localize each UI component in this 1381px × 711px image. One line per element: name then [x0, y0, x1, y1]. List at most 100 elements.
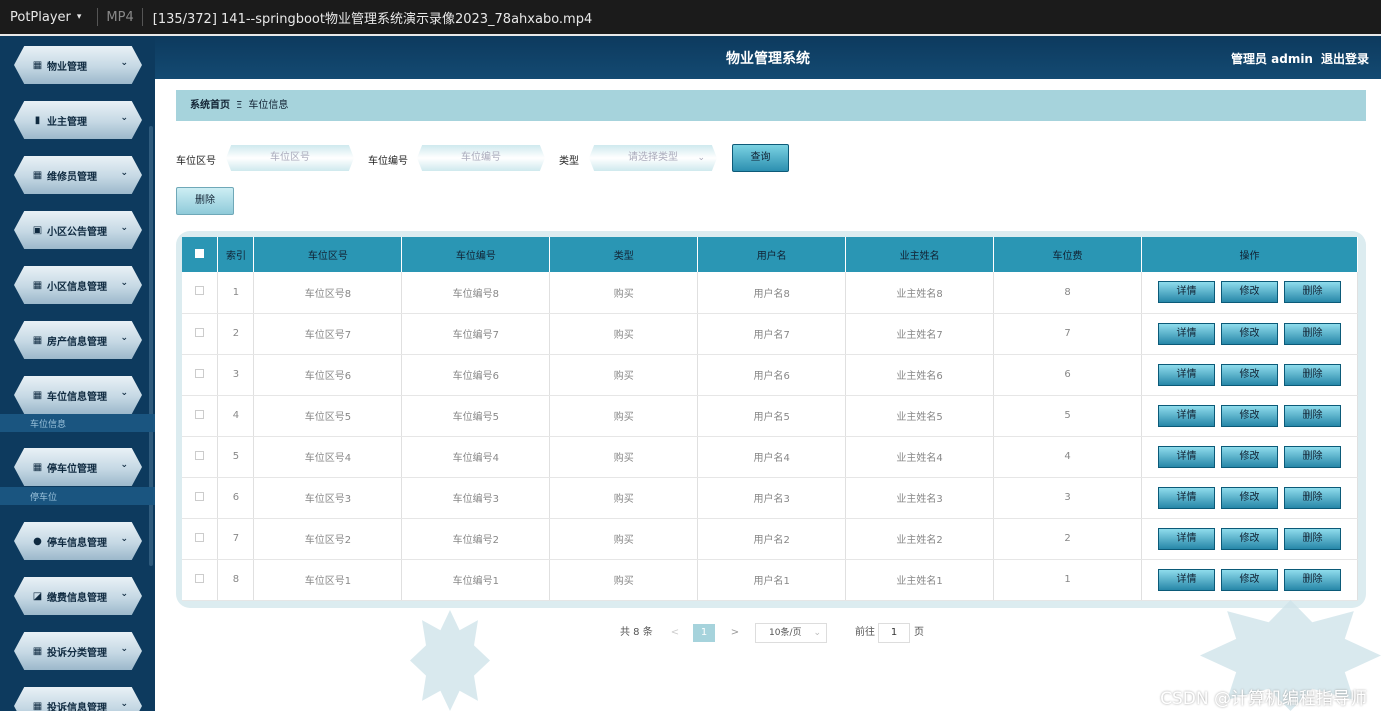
row-select-cell[interactable]	[182, 559, 219, 601]
submenu-item-parking-info[interactable]: 车位信息	[0, 414, 155, 432]
app-menu[interactable]: PotPlayer ▾	[0, 10, 89, 25]
sidebar-item[interactable]: ▦ 停车位管理 ⌄	[14, 448, 142, 486]
detail-button[interactable]: 详情	[1158, 281, 1215, 304]
table-row: 1 车位区号8 车位编号8 购买 用户名8 业主姓名8 8 详情 修改 删除	[182, 272, 1358, 314]
delete-button[interactable]: 删除	[1284, 322, 1341, 345]
delete-button[interactable]: 删除	[1284, 527, 1341, 550]
edit-button[interactable]: 修改	[1221, 527, 1278, 550]
table-cell: 车位区号5	[253, 395, 403, 437]
sidebar-item[interactable]: ▮ 业主管理 ⌄	[14, 101, 142, 139]
row-checkbox[interactable]	[195, 327, 205, 337]
chevron-down-icon: ⌄	[813, 628, 821, 638]
edit-button[interactable]: 修改	[1221, 568, 1278, 591]
row-checkbox[interactable]	[195, 450, 205, 460]
chevron-down-icon: ⌄	[697, 153, 705, 163]
num-input[interactable]: 车位编号	[417, 145, 545, 171]
row-checkbox[interactable]	[195, 573, 205, 583]
detail-button[interactable]: 详情	[1158, 404, 1215, 427]
breadcrumb-current: 车位信息	[248, 100, 289, 111]
row-actions: 详情 修改 删除	[1141, 477, 1358, 519]
detail-button[interactable]: 详情	[1158, 363, 1215, 386]
logout-link[interactable]: 退出登录	[1321, 52, 1369, 66]
detail-button[interactable]: 详情	[1158, 486, 1215, 509]
row-checkbox[interactable]	[195, 286, 205, 296]
table-cell: 购买	[549, 395, 699, 437]
row-checkbox[interactable]	[195, 409, 205, 419]
row-actions: 详情 修改 删除	[1141, 354, 1358, 396]
row-checkbox[interactable]	[195, 368, 205, 378]
row-select-cell[interactable]	[182, 354, 219, 396]
table-cell: 购买	[549, 272, 699, 314]
row-select-cell[interactable]	[182, 518, 219, 560]
table-cell: 车位编号1	[401, 559, 551, 601]
edit-button[interactable]: 修改	[1221, 281, 1278, 304]
detail-button[interactable]: 详情	[1158, 322, 1215, 345]
row-checkbox[interactable]	[195, 532, 205, 542]
edit-button[interactable]: 修改	[1221, 404, 1278, 427]
row-select-cell[interactable]	[182, 436, 219, 478]
table-cell: 1	[217, 272, 255, 314]
delete-button[interactable]: 删除	[1284, 568, 1341, 591]
goto-input[interactable]: 1	[878, 623, 910, 643]
chevron-down-icon: ⌄	[120, 223, 128, 233]
delete-button[interactable]: 删除	[1284, 404, 1341, 427]
row-select-cell[interactable]	[182, 395, 219, 437]
table-cell: 业主姓名5	[845, 395, 995, 437]
sidebar-item-label: 停车位管理	[47, 463, 97, 475]
delete-button[interactable]: 删除	[1284, 445, 1341, 468]
edit-button[interactable]: 修改	[1221, 486, 1278, 509]
sidebar-item[interactable]: ● 停车信息管理 ⌄	[14, 522, 142, 560]
pager-total: 共 8 条	[620, 627, 653, 638]
edit-button[interactable]: 修改	[1221, 322, 1278, 345]
table-row: 2 车位区号7 车位编号7 购买 用户名7 业主姓名7 7 详情 修改 删除	[182, 313, 1358, 355]
sidebar-item[interactable]: ▦ 投诉信息管理 ⌄	[14, 687, 142, 711]
delete-button[interactable]: 删除	[1284, 281, 1341, 304]
area-input[interactable]: 车位区号	[226, 145, 354, 171]
table-cell: 3	[217, 354, 255, 396]
page-size-select[interactable]: 10条/页 ⌄	[755, 623, 827, 643]
table-cell: 车位编号2	[401, 518, 551, 560]
sidebar-item[interactable]: ◪ 缴费信息管理 ⌄	[14, 577, 142, 615]
sidebar-item[interactable]: ▦ 投诉分类管理 ⌄	[14, 632, 142, 670]
submenu-item-parking-space[interactable]: 停车位	[0, 487, 155, 505]
sidebar-item[interactable]: ▦ 房产信息管理 ⌄	[14, 321, 142, 359]
table-cell: 2	[993, 518, 1142, 560]
detail-button[interactable]: 详情	[1158, 445, 1215, 468]
table-cell: 用户名5	[697, 395, 847, 437]
separator	[141, 8, 143, 26]
select-all-header[interactable]	[182, 237, 219, 272]
sidebar-item[interactable]: ▦ 车位信息管理 ⌄	[14, 376, 142, 414]
detail-button[interactable]: 详情	[1158, 568, 1215, 591]
edit-button[interactable]: 修改	[1221, 363, 1278, 386]
sidebar-item[interactable]: ▣ 小区公告管理 ⌄	[14, 211, 142, 249]
delete-button[interactable]: 删除	[1284, 486, 1341, 509]
page-1-button[interactable]: 1	[693, 624, 715, 642]
delete-button[interactable]: 删除	[1284, 363, 1341, 386]
prev-page-button[interactable]: <	[664, 624, 686, 642]
breadcrumb-home[interactable]: 系统首页	[190, 100, 230, 111]
table-row: 8 车位区号1 车位编号1 购买 用户名1 业主姓名1 1 详情 修改 删除	[182, 559, 1358, 601]
col-header: 业主姓名	[845, 237, 995, 272]
row-actions: 详情 修改 删除	[1141, 272, 1358, 314]
table-cell: 业主姓名6	[845, 354, 995, 396]
chevron-down-icon: ⌄	[120, 168, 128, 178]
table-cell: 4	[217, 395, 255, 437]
sidebar-item[interactable]: ▦ 维修员管理 ⌄	[14, 156, 142, 194]
query-button[interactable]: 查询	[732, 144, 789, 172]
batch-delete-button[interactable]: 删除	[176, 187, 234, 215]
table-cell: 7	[217, 518, 255, 560]
detail-button[interactable]: 详情	[1158, 527, 1215, 550]
edit-button[interactable]: 修改	[1221, 445, 1278, 468]
select-all-checkbox[interactable]	[195, 248, 205, 258]
sidebar-item[interactable]: ▦ 物业管理 ⌄	[14, 46, 142, 84]
row-select-cell[interactable]	[182, 272, 219, 314]
row-select-cell[interactable]	[182, 313, 219, 355]
type-select[interactable]: 请选择类型 ⌄	[589, 145, 717, 171]
num-label: 车位编号	[368, 156, 408, 167]
sidebar-item-label: 投诉分类管理	[47, 647, 107, 659]
sidebar-item[interactable]: ▦ 小区信息管理 ⌄	[14, 266, 142, 304]
row-select-cell[interactable]	[182, 477, 219, 519]
sidebar-item-label: 业主管理	[47, 116, 87, 128]
next-page-button[interactable]: >	[724, 624, 746, 642]
row-checkbox[interactable]	[195, 491, 205, 501]
